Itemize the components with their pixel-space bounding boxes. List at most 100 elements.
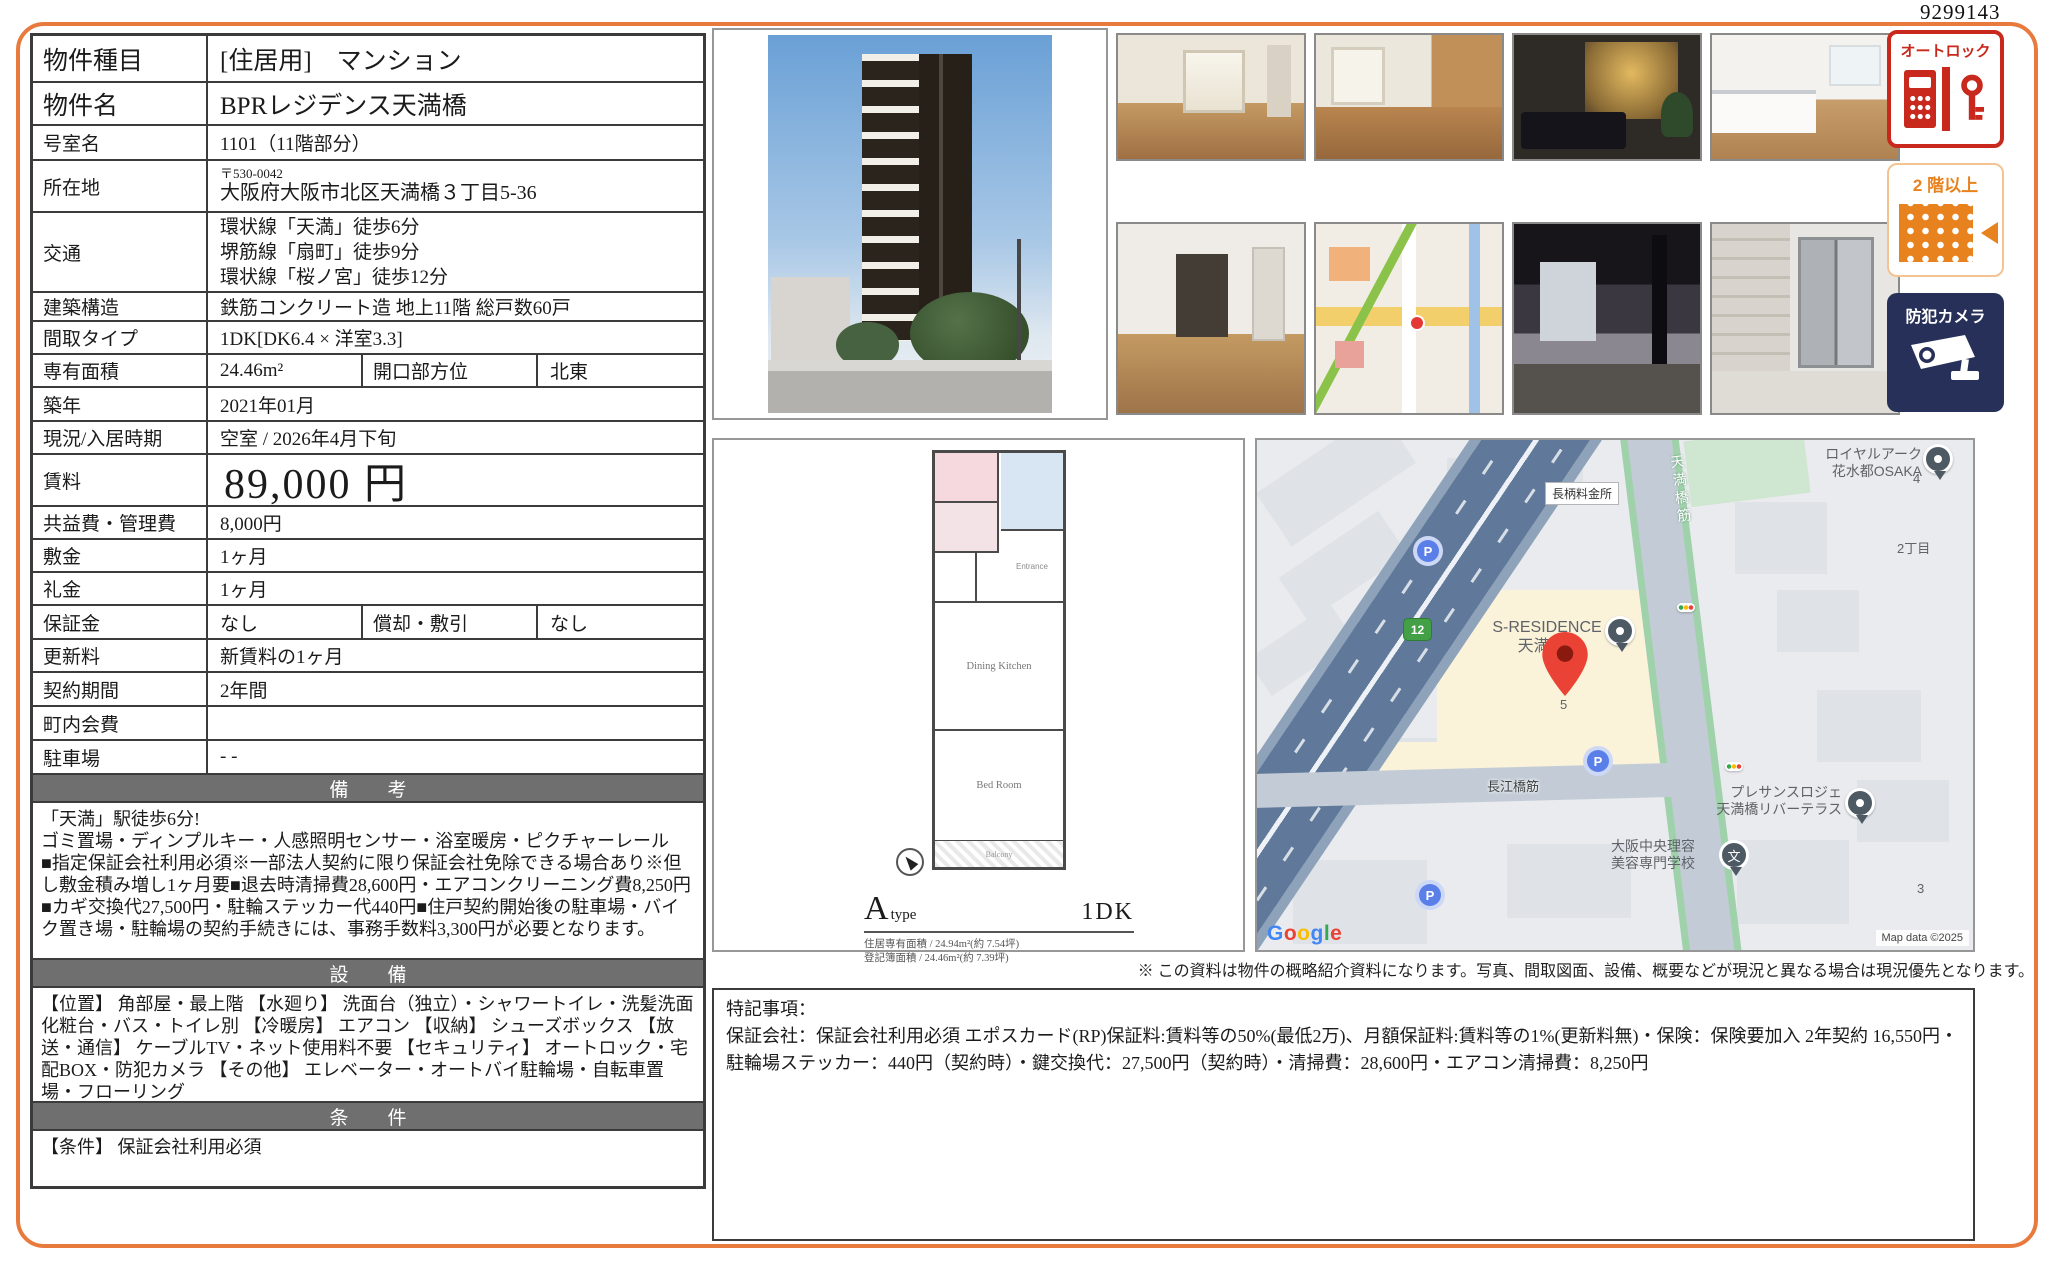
equipment-text: 【位置】 角部屋・最上階 【水廻り】 洗面台（独立）・シャワートイレ・洗髪洗面化… bbox=[33, 986, 703, 1101]
row-label: 敷金 bbox=[33, 540, 208, 571]
traffic-light-icon-1 bbox=[1677, 603, 1695, 612]
equipment-header: 設 備 bbox=[33, 958, 703, 986]
floorplan-dining-kitchen: Dining Kitchen bbox=[935, 603, 1063, 731]
intercom-icon bbox=[1904, 70, 1936, 128]
badge-floor-label: 2 階以上 bbox=[1889, 171, 2002, 196]
row-label: 共益費・管理費 bbox=[33, 507, 208, 538]
row-value: 空室 / 2026年4月下旬 bbox=[208, 422, 703, 453]
row-label: 現況/入居時期 bbox=[33, 422, 208, 453]
floorplan-bedroom: Bed Room bbox=[935, 731, 1063, 842]
poi-pin-royal-ark bbox=[1923, 444, 1953, 474]
map-label-school: 大阪中央理容 美容専門学校 bbox=[1583, 838, 1723, 872]
row-label: 物件種目 bbox=[33, 36, 208, 81]
row-label: 築年 bbox=[33, 388, 208, 420]
row-value: 1ヶ月 bbox=[208, 573, 703, 604]
map-label-block5: 5 bbox=[1560, 696, 1567, 713]
floorplan-entrance: Entrance bbox=[1001, 531, 1063, 601]
row-value bbox=[208, 707, 703, 739]
special-terms-title: 特記事項： bbox=[726, 996, 1961, 1023]
postal-code: 〒530-0042 bbox=[220, 167, 283, 182]
row-value: 1ヶ月 bbox=[208, 540, 703, 571]
conditions-text: 【条件】 保証会社利用必須 bbox=[33, 1129, 703, 1186]
badge-camera-label: 防犯カメラ bbox=[1887, 303, 2004, 327]
remarks-header: 備 考 bbox=[33, 773, 703, 801]
floorplan-powder-room bbox=[935, 503, 999, 553]
google-letter: o bbox=[1284, 922, 1297, 945]
table-row: 保証金なし償却・敷引なし bbox=[33, 604, 703, 638]
map-label-block4: 4 bbox=[1913, 470, 1920, 487]
school-pin-icon: 文 bbox=[1719, 840, 1749, 870]
row-label-2: 開口部方位 bbox=[363, 355, 538, 386]
conditions-header: 条 件 bbox=[33, 1101, 703, 1129]
compass-icon bbox=[896, 848, 924, 876]
photo-elevator bbox=[1710, 222, 1900, 415]
badge-autolock-label: オートロック bbox=[1891, 40, 2000, 61]
table-row: 物件種目[住居用] マンション bbox=[33, 36, 703, 81]
property-info-table: 物件種目[住居用] マンション 物件名BPRレジデンス天満橋 号室名1101（1… bbox=[30, 33, 706, 1189]
type-suffix: type bbox=[891, 907, 917, 924]
floor-area-line-1: 住居専有面積 / 24.94m²(約 7.54坪) bbox=[864, 936, 1019, 951]
map-thumb-pin bbox=[1409, 315, 1425, 331]
row-label: 物件名 bbox=[33, 83, 208, 124]
photo-interior-room-2 bbox=[1314, 33, 1504, 161]
row-value: 2021年01月 bbox=[208, 388, 703, 420]
row-value-2: 北東 bbox=[538, 355, 703, 386]
badge-autolock: オートロック bbox=[1887, 30, 2004, 148]
google-logo: Google bbox=[1267, 922, 1342, 946]
row-value-2: なし bbox=[538, 606, 703, 638]
table-row: 建築構造鉄筋コンクリート造 地上11階 総戸数60戸 bbox=[33, 291, 703, 320]
table-row: 共益費・管理費8,000円 bbox=[33, 505, 703, 538]
row-value: 8,000円 bbox=[208, 507, 703, 538]
row-value: 1DK[DK6.4 × 洋室3.3] bbox=[208, 322, 703, 353]
google-letter: g bbox=[1311, 922, 1324, 945]
table-row: 礼金1ヶ月 bbox=[33, 571, 703, 604]
google-letter: e bbox=[1330, 922, 1342, 945]
poi-pin-s-residence bbox=[1605, 616, 1635, 646]
map-label-block3: 3 bbox=[1917, 880, 1924, 897]
map-copyright: Map data ©2025 bbox=[1876, 930, 1970, 946]
key-icon bbox=[1956, 71, 1988, 127]
table-row: 号室名1101（11階部分） bbox=[33, 124, 703, 159]
floorplan-type-line: A type 1DK bbox=[864, 890, 1134, 933]
photo-entrance-corridor bbox=[1512, 222, 1702, 415]
floorplan-bath bbox=[1001, 453, 1063, 531]
table-row: 間取タイプ1DK[DK6.4 × 洋室3.3] bbox=[33, 320, 703, 353]
location-map: ロイヤルアーク 花水都OSAKA 4 長柄料金所 天満橋筋 P 12 S-RES… bbox=[1255, 438, 1975, 952]
row-label: 保証金 bbox=[33, 606, 208, 638]
badge-security-camera: 防犯カメラ bbox=[1887, 293, 2004, 412]
floorplan-toilet bbox=[935, 453, 999, 503]
row-label: 専有面積 bbox=[33, 355, 208, 386]
row-value: 鉄筋コンクリート造 地上11階 総戸数60戸 bbox=[208, 293, 703, 320]
map-label-nagaebashi-street: 長江橋筋 bbox=[1487, 776, 1539, 795]
divider-bar bbox=[1942, 67, 1950, 131]
property-flyer: 9299143 物件種目[住居用] マンション 物件名BPRレジデンス天満橋 号… bbox=[0, 0, 2056, 1265]
table-row: 敷金1ヶ月 bbox=[33, 538, 703, 571]
row-label: 交通 bbox=[33, 213, 208, 291]
row-value: 24.46m² bbox=[208, 355, 363, 386]
table-row: 駐車場- - bbox=[33, 739, 703, 773]
building-icon bbox=[1899, 204, 1973, 262]
row-value: 環状線「天満」徒歩6分 堺筋線「扇町」徒歩9分 環状線「桜ノ宮」徒歩12分 bbox=[208, 213, 703, 291]
cctv-camera-icon bbox=[1903, 331, 1989, 389]
row-label: 契約期間 bbox=[33, 673, 208, 705]
table-row: 契約期間2年間 bbox=[33, 671, 703, 705]
route-12-shield: 12 bbox=[1403, 618, 1432, 641]
photo-interior-room-1 bbox=[1116, 33, 1306, 161]
floorplan-drawing: Entrance Dining Kitchen Bed Room Balcony bbox=[932, 450, 1066, 870]
poi-pin-presance bbox=[1845, 788, 1875, 818]
parking-icon-1: P bbox=[1417, 540, 1439, 562]
photo-map-thumbnail bbox=[1314, 222, 1504, 415]
row-value: 新賃料の1ヶ月 bbox=[208, 640, 703, 671]
disclaimer-note: ※ この資料は物件の概略紹介資料になります。写真、間取図面、設備、概要などが現況… bbox=[712, 957, 2034, 981]
traffic-light-icon-2 bbox=[1725, 762, 1743, 771]
table-row: 専有面積24.46m²開口部方位北東 bbox=[33, 353, 703, 386]
special-terms-text: 保証会社：保証会社利用必須 エポスカード(RP)保証料:賃料等の50%(最低2万… bbox=[726, 1023, 1961, 1077]
table-row: 賃料89,000 円 bbox=[33, 453, 703, 505]
row-value: 1101（11階部分） bbox=[208, 126, 703, 159]
row-label: 号室名 bbox=[33, 126, 208, 159]
table-row: 現況/入居時期空室 / 2026年4月下旬 bbox=[33, 420, 703, 453]
table-row: 交通環状線「天満」徒歩6分 堺筋線「扇町」徒歩9分 環状線「桜ノ宮」徒歩12分 bbox=[33, 211, 703, 291]
row-value: なし bbox=[208, 606, 363, 638]
row-value: 〒530-0042大阪府大阪市北区天満橋３丁目5-36 bbox=[208, 161, 703, 211]
row-value: BPRレジデンス天満橋 bbox=[208, 83, 703, 124]
